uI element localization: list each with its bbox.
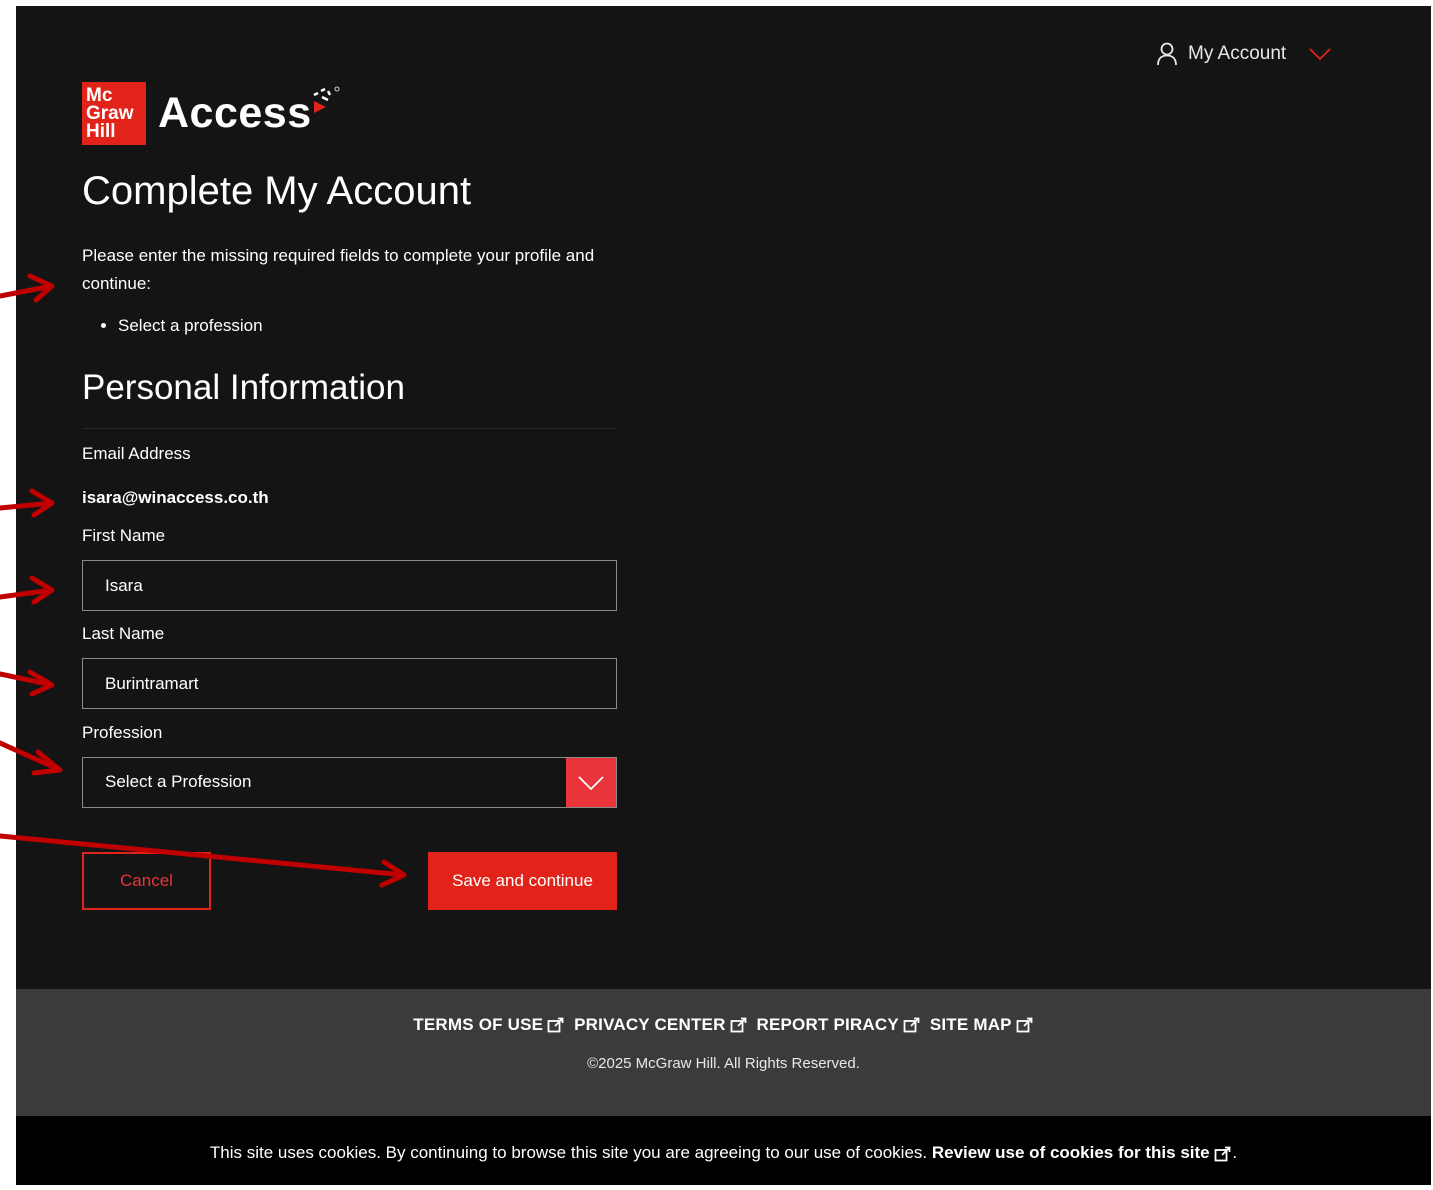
chevron-down-icon bbox=[578, 775, 604, 790]
copyright-text: ©2025 McGraw Hill. All Rights Reserved. bbox=[587, 1055, 860, 1072]
page-frame: My Account Mc Graw Hill Access Complete … bbox=[16, 6, 1431, 1185]
cookie-policy-link[interactable]: Review use of cookies for this site bbox=[932, 1143, 1233, 1162]
cancel-button[interactable]: Cancel bbox=[82, 852, 211, 910]
external-link-icon bbox=[547, 1017, 564, 1033]
last-name-input[interactable] bbox=[82, 658, 617, 709]
profession-select[interactable]: Select a Profession bbox=[82, 757, 617, 808]
section-title: Personal Information bbox=[82, 368, 405, 407]
external-link-icon bbox=[1214, 1146, 1231, 1161]
first-name-label: First Name bbox=[82, 526, 166, 545]
chevron-down-icon bbox=[1309, 48, 1331, 61]
profession-dropdown-button[interactable] bbox=[566, 758, 616, 807]
external-link-icon bbox=[1016, 1017, 1033, 1033]
first-name-input[interactable] bbox=[82, 560, 617, 611]
last-name-label: Last Name bbox=[82, 624, 165, 643]
section-divider bbox=[82, 428, 616, 429]
page-title: Complete My Account bbox=[82, 169, 472, 213]
access-wordmark: Access bbox=[158, 86, 340, 138]
privacy-center-link[interactable]: PRIVACY CENTER bbox=[574, 1015, 747, 1035]
email-value: isara@winaccess.co.th bbox=[82, 488, 269, 507]
profession-selected-value: Select a Profession bbox=[105, 772, 252, 791]
my-account-label: My Account bbox=[1188, 43, 1287, 64]
mcgraw-hill-logo-box: Mc Graw Hill bbox=[82, 82, 146, 145]
external-link-icon bbox=[903, 1017, 920, 1033]
save-and-continue-button[interactable]: Save and continue bbox=[428, 852, 617, 910]
profession-label: Profession bbox=[82, 723, 163, 742]
site-map-link[interactable]: SITE MAP bbox=[930, 1015, 1034, 1035]
terms-of-use-link[interactable]: TERMS OF USE bbox=[413, 1015, 565, 1035]
cookie-banner: This site uses cookies. By continuing to… bbox=[16, 1116, 1431, 1185]
intro-text: Please enter the missing required fields… bbox=[82, 246, 595, 293]
footer: TERMS OF USE PRIVACY CENTER REPORT PIRAC… bbox=[16, 989, 1431, 1116]
user-icon bbox=[1157, 42, 1177, 66]
burst-icon bbox=[313, 86, 340, 113]
external-link-icon bbox=[730, 1017, 746, 1033]
required-fields-list: Select a profession bbox=[82, 316, 263, 336]
footer-links: TERMS OF USE PRIVACY CENTER REPORT PIRAC… bbox=[16, 1015, 1431, 1035]
mcgraw-hill-access-logo: Mc Graw Hill Access bbox=[82, 82, 340, 145]
my-account-menu[interactable]: My Account bbox=[1156, 36, 1332, 72]
cookie-text: This site uses cookies. By continuing to… bbox=[209, 1143, 928, 1162]
email-label: Email Address bbox=[82, 444, 191, 463]
report-piracy-link[interactable]: REPORT PIRACY bbox=[756, 1015, 920, 1035]
list-item: Select a profession bbox=[118, 316, 263, 336]
